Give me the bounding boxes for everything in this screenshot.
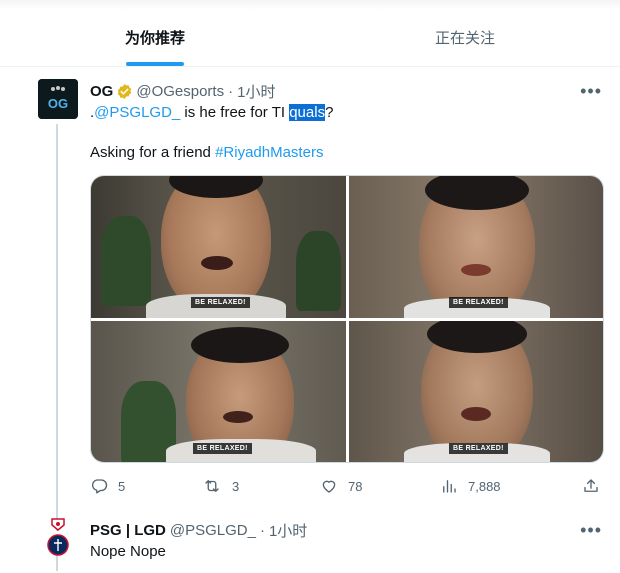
media-grid: BE RELAXED! BE RELAXED! BE RELAXED! BE R… <box>90 175 604 463</box>
photo-caption: BE RELAXED! <box>449 297 508 308</box>
text-line2-prefix: Asking for a friend <box>90 144 216 161</box>
like-button[interactable]: 78 <box>320 477 362 495</box>
thread-line <box>56 124 58 571</box>
tab-label: 正在关注 <box>434 29 495 47</box>
reply-count: 5 <box>118 478 126 494</box>
share-icon <box>584 479 598 492</box>
tweet-text-line1: .@PSGLGD_ is he free for TI quals? <box>90 103 333 123</box>
tab-following[interactable]: 正在关注 <box>310 8 620 66</box>
more-horizontal-icon[interactable]: ••• <box>580 520 602 541</box>
verified-badge-icon <box>118 84 132 99</box>
avatar[interactable] <box>44 517 72 557</box>
action-bar: 5 3 78 7,888 <box>90 477 604 499</box>
tweet-text-line2: Asking for a friend #RiyadhMasters <box>90 143 323 163</box>
author-name[interactable]: OG <box>90 83 113 100</box>
like-count: 78 <box>348 478 363 494</box>
tabs-divider <box>0 66 620 67</box>
separator: · <box>259 522 265 539</box>
author-name[interactable]: PSG | LGD <box>90 522 166 539</box>
views-button[interactable]: 7,888 <box>440 477 501 495</box>
tab-for-you[interactable]: 为你推荐 <box>0 8 310 66</box>
photo-caption: BE RELAXED! <box>449 443 508 454</box>
views-count: 7,888 <box>468 478 501 494</box>
photo-4[interactable]: BE RELAXED! <box>349 321 603 462</box>
selected-text: quals <box>289 104 326 121</box>
text-suffix: ? <box>325 104 334 121</box>
retweet-button[interactable]: 3 <box>202 477 239 495</box>
hashtag-link[interactable]: #RiyadhMasters <box>215 144 323 161</box>
tab-label: 为你推荐 <box>124 29 185 47</box>
timeline-tabs: 为你推荐 正在关注 <box>0 8 620 66</box>
reply-tweet[interactable]: PSG | LGD @PSGLGD_ · 1小时 ••• Nope Nope <box>0 512 620 573</box>
svg-text:OG: OG <box>48 96 68 111</box>
photo-2[interactable]: BE RELAXED! <box>349 176 603 318</box>
reply-icon <box>91 479 108 494</box>
views-chart-icon <box>443 480 456 493</box>
reply-button[interactable]: 5 <box>90 477 125 495</box>
photo-caption: BE RELAXED! <box>191 297 250 308</box>
separator: · <box>228 83 234 100</box>
author-handle[interactable]: @OGesports <box>136 83 224 100</box>
tweet-time[interactable]: 1小时 <box>237 81 275 102</box>
share-button[interactable] <box>582 477 600 495</box>
more-horizontal-icon[interactable]: ••• <box>580 81 602 102</box>
photo-3[interactable]: BE RELAXED! <box>91 321 346 462</box>
tweet-header: OG @OGesports · 1小时 <box>90 81 275 102</box>
avatar[interactable]: OG <box>38 79 78 119</box>
heart-icon <box>322 480 336 493</box>
author-handle[interactable]: @PSGLGD_ <box>170 522 256 539</box>
photo-caption: BE RELAXED! <box>193 443 252 454</box>
text-middle: is he free for TI <box>180 104 290 121</box>
retweet-count: 3 <box>232 478 240 494</box>
mention-link[interactable]: @PSGLGD_ <box>94 104 180 121</box>
reply-text: Nope Nope <box>90 543 166 560</box>
photo-1[interactable]: BE RELAXED! <box>91 176 346 318</box>
retweet-icon <box>205 480 219 492</box>
reply-header: PSG | LGD @PSGLGD_ · 1小时 <box>90 520 307 541</box>
reply-time[interactable]: 1小时 <box>269 520 307 541</box>
